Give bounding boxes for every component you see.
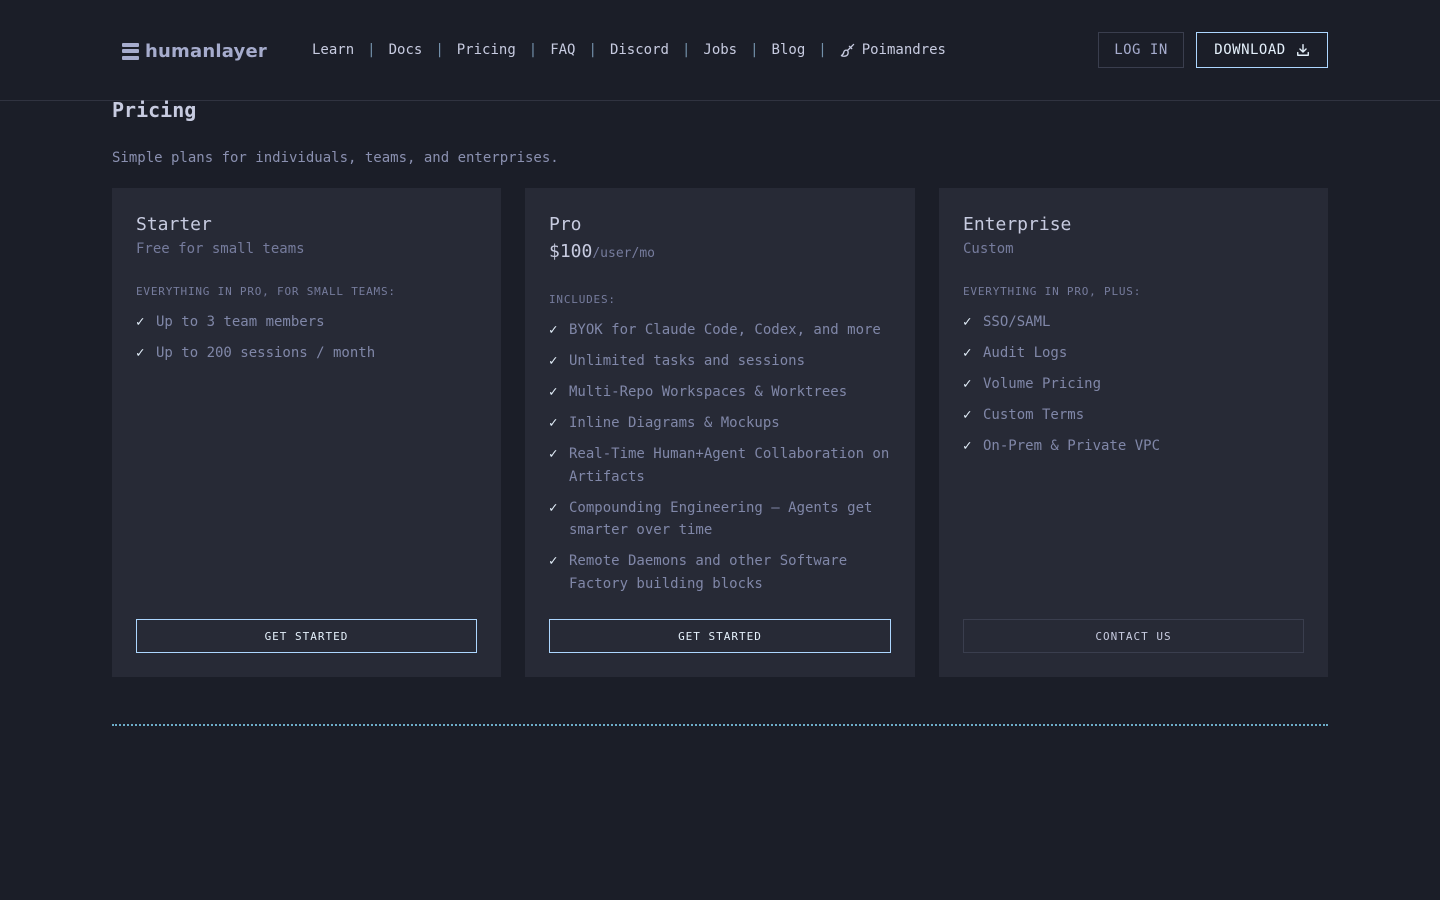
check-icon: ✓ (549, 384, 558, 400)
includes-label: EVERYTHING IN PRO, FOR SMALL TEAMS: (136, 285, 396, 298)
check-icon: ✓ (136, 345, 145, 361)
logo-text: humanlayer (145, 40, 267, 62)
check-icon: ✓ (549, 353, 558, 369)
nav-separator: | (750, 42, 759, 58)
get-started-button[interactable]: GET STARTED (136, 619, 477, 653)
check-icon: ✓ (963, 345, 972, 361)
plan-card-enterprise: Enterprise Custom EVERYTHING IN PRO, PLU… (939, 188, 1328, 677)
feature-item: ✓ Audit Logs (963, 342, 1308, 365)
plan-name: Starter (136, 214, 212, 235)
plan-name: Pro (549, 214, 582, 235)
check-icon: ✓ (963, 376, 972, 392)
check-icon: ✓ (549, 322, 558, 338)
contact-us-button[interactable]: CONTACT US (963, 619, 1304, 653)
check-icon: ✓ (549, 415, 558, 431)
feature-item: ✓ Real-Time Human+Agent Collaboration on … (549, 443, 895, 488)
check-icon: ✓ (136, 314, 145, 330)
nav-separator: | (818, 42, 827, 58)
plan-subtitle: Free for small teams (136, 241, 305, 257)
feature-item: ✓ Inline Diagrams & Mockups (549, 412, 895, 435)
plan-name: Enterprise (963, 214, 1072, 235)
feature-item: ✓ Volume Pricing (963, 373, 1308, 396)
check-icon: ✓ (963, 407, 972, 423)
check-icon: ✓ (549, 446, 558, 462)
plan-price: $100 /user/mo (549, 241, 655, 262)
paintbrush-icon (840, 43, 854, 57)
page-subtitle: Simple plans for individuals, teams, and… (112, 150, 559, 166)
nav-separator: | (435, 42, 444, 58)
site-header: humanlayer Learn | Docs | Pricing | FAQ … (0, 0, 1440, 101)
feature-item: ✓ Multi-Repo Workspaces & Worktrees (549, 381, 895, 404)
login-button[interactable]: LOG IN (1098, 32, 1184, 68)
page-title: Pricing (112, 98, 197, 122)
nav-discord[interactable]: Discord (610, 42, 669, 58)
feature-item: ✓ On-Prem & Private VPC (963, 435, 1308, 458)
feature-item: ✓ Unlimited tasks and sessions (549, 350, 895, 373)
feature-item: ✓ Remote Daemons and other Software Facto… (549, 550, 895, 595)
feature-item: ✓ BYOK for Claude Code, Codex, and more (549, 319, 895, 342)
nav-learn[interactable]: Learn (312, 42, 354, 58)
download-button[interactable]: DOWNLOAD (1196, 32, 1328, 68)
nav-blog[interactable]: Blog (772, 42, 806, 58)
nav-theme-poimandres[interactable]: Poimandres (840, 42, 946, 58)
feature-item: ✓ Up to 200 sessions / month (136, 342, 481, 365)
check-icon: ✓ (963, 438, 972, 454)
plan-subtitle: Custom (963, 241, 1014, 257)
check-icon: ✓ (963, 314, 972, 330)
nav-separator: | (681, 42, 691, 58)
feature-item: ✓ SSO/SAML (963, 311, 1308, 334)
feature-item: ✓ Up to 3 team members (136, 311, 481, 334)
main-nav: Learn | Docs | Pricing | FAQ | Discord |… (312, 40, 946, 60)
logo-icon (122, 42, 139, 60)
plan-card-starter: Starter Free for small teams EVERYTHING … (112, 188, 501, 677)
nav-separator: | (588, 42, 597, 58)
nav-poimandres-label: Poimandres (861, 42, 946, 58)
nav-pricing[interactable]: Pricing (457, 42, 516, 58)
price-amount: $100 (549, 241, 593, 262)
download-icon (1296, 44, 1309, 56)
humanlayer-logo[interactable]: humanlayer (122, 40, 267, 62)
nav-faq[interactable]: FAQ (550, 42, 575, 58)
feature-list: ✓ SSO/SAML ✓ Audit Logs ✓ Volume Pricing ✓ C… (963, 311, 1308, 466)
includes-label: INCLUDES: (549, 293, 616, 306)
feature-list: ✓ Up to 3 team members ✓ Up to 200 session… (136, 311, 481, 373)
nav-separator: | (528, 42, 538, 58)
section-divider (112, 724, 1328, 726)
includes-label: EVERYTHING IN PRO, PLUS: (963, 285, 1142, 298)
check-icon: ✓ (549, 499, 558, 516)
feature-list: ✓ BYOK for Claude Code, Codex, and more ✓… (549, 319, 895, 604)
nav-separator: | (367, 42, 376, 58)
check-icon: ✓ (549, 553, 558, 569)
feature-item: ✓ Compounding Engineering — Agents get sm… (549, 497, 895, 542)
plan-card-pro: Pro $100 /user/mo INCLUDES: ✓ BYOK for Cl… (525, 188, 915, 677)
get-started-button[interactable]: GET STARTED (549, 619, 891, 653)
nav-docs[interactable]: Docs (389, 42, 423, 58)
price-unit: /user/mo (592, 246, 655, 261)
nav-jobs[interactable]: Jobs (703, 42, 737, 58)
feature-item: ✓ Custom Terms (963, 404, 1308, 427)
download-button-label: DOWNLOAD (1214, 42, 1286, 58)
